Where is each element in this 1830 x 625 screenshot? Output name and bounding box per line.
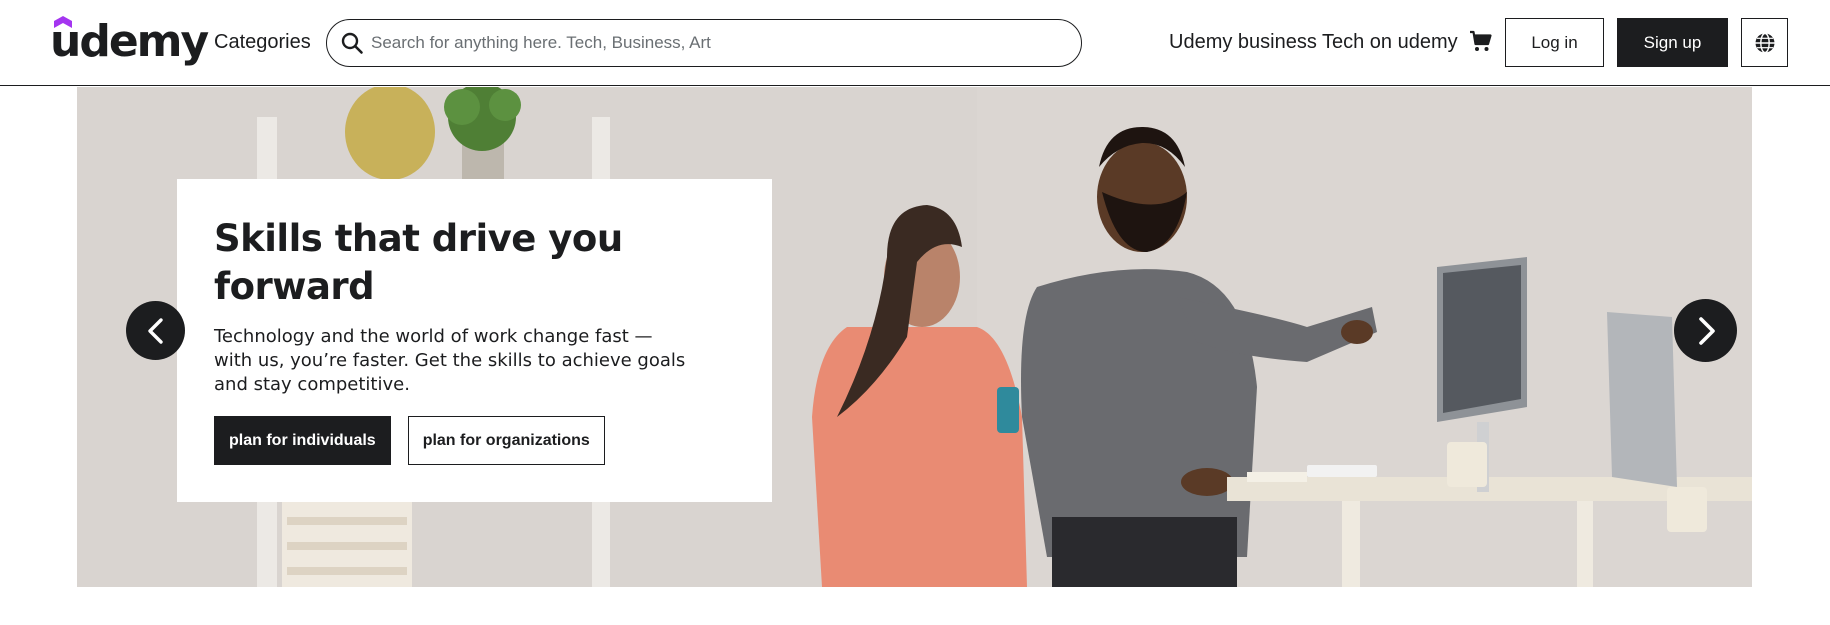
login-button[interactable]: Log in	[1505, 18, 1604, 67]
top-navigation-bar: udemy Categories Udemy business Tech on …	[0, 0, 1830, 86]
search-icon[interactable]	[340, 31, 364, 55]
tech-on-udemy-link[interactable]: Tech on udemy	[1322, 29, 1458, 55]
udemy-logo[interactable]: udemy	[50, 14, 209, 70]
carousel-prev-button[interactable]	[126, 301, 185, 360]
udemy-business-link[interactable]: Udemy business	[1169, 29, 1317, 55]
hero-button-group: plan for individuals plan for organizati…	[214, 416, 605, 465]
hero-card: Skills that drive you forward Technology…	[177, 179, 772, 502]
plan-for-individuals-button[interactable]: plan for individuals	[214, 416, 391, 465]
signup-button[interactable]: Sign up	[1617, 18, 1728, 67]
search-bar[interactable]	[326, 19, 1082, 67]
categories-menu[interactable]: Categories	[214, 29, 311, 55]
plan-for-organizations-button[interactable]: plan for organizations	[407, 416, 605, 465]
hero-banner: Skills that drive you forward Technology…	[77, 87, 1752, 587]
chevron-right-icon	[1698, 316, 1715, 345]
language-button[interactable]	[1741, 18, 1788, 67]
carousel-next-button[interactable]	[1674, 299, 1737, 362]
chevron-left-icon	[147, 317, 163, 344]
cart-icon[interactable]	[1469, 30, 1493, 54]
hero-description: Technology and the world of work change …	[214, 326, 686, 395]
logo-mark-icon	[54, 16, 72, 28]
hero-title: Skills that drive you forward	[214, 217, 623, 308]
search-input[interactable]	[371, 28, 1061, 58]
globe-icon	[1755, 32, 1774, 53]
